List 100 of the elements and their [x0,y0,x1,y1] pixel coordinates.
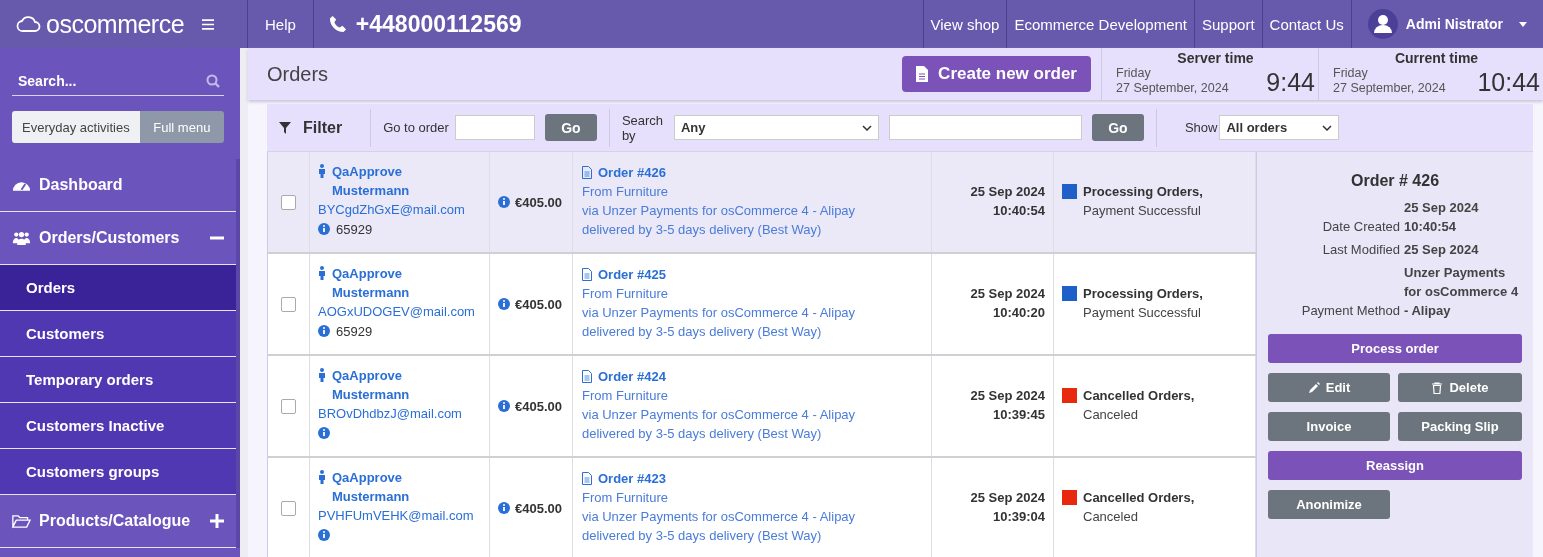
info-icon [318,529,330,541]
action-button[interactable]: Reassign [1268,451,1522,480]
order-row[interactable] [268,254,1256,356]
order-time: 10:40:54 [991,202,1045,220]
trash-icon [1431,381,1444,394]
submenu-item[interactable]: Temporary orders [0,357,236,403]
status-detail: Payment Successful [1083,202,1202,220]
user-menu[interactable]: Admi Nistrator [1351,0,1543,48]
customer-link[interactable]: QaApprove Mustermann [332,162,442,200]
order-row[interactable] [268,356,1256,458]
order-source: From Furniture [582,387,669,405]
payment-method: via Unzer Payments for osCommerce 4 - Alipay [582,406,857,424]
person-icon [318,266,326,280]
email-link[interactable]: AOGxUDOGEV@mail.com [318,302,481,321]
field-label: Date Created [1321,218,1400,236]
action-button[interactable]: Invoice [1268,412,1390,441]
customer-link[interactable]: QaApprove Mustermann [332,264,442,302]
order-time: 10:40:20 [991,304,1045,322]
submenu-item[interactable]: Orders [0,265,236,311]
status-detail: Canceled [1083,406,1139,424]
chevron-icon [861,124,872,131]
order-date: 25 Sep 2024 [969,183,1045,201]
phone-number: +448000112569 [355,10,522,38]
menu-icon[interactable] [202,18,215,30]
order-link[interactable]: Order #423 [598,469,666,488]
plus-icon [210,514,224,528]
show-select[interactable]: All orders [1219,115,1340,140]
order-status: Cancelled Orders, [1083,489,1195,507]
submenu-item[interactable]: Customers [0,311,236,357]
menu-tab[interactable]: Full menu [139,111,224,143]
field-label: Payment Method [1300,302,1400,320]
submenu-item[interactable]: Customers groups [0,449,236,495]
action-button[interactable]: Delete [1398,373,1522,402]
document-icon [582,472,592,485]
order-source: From Furniture [582,285,669,303]
order-link[interactable]: Order #426 [598,163,666,182]
phone-icon [328,15,347,33]
field-value: Unzer Payments for osCommerce 4 - Alipay [1404,264,1520,320]
customer-id: 65929 [336,322,373,341]
info-icon [498,400,510,412]
clock-date: 27 September, 2024 [1333,81,1446,96]
delivery-method: delivered by 3-5 days delivery (Best Way) [582,323,823,341]
customer-link[interactable]: QaApprove Mustermann [332,468,442,506]
person-icon [318,470,326,484]
status-detail: Canceled [1083,508,1139,526]
info-icon [498,502,510,514]
order-source: From Furniture [582,183,669,201]
search-field[interactable] [888,115,1082,140]
info-icon [498,298,510,310]
logo-text[interactable]: oscommerce [46,9,185,39]
menu-tab[interactable]: Everyday activities [12,111,140,143]
order-amount: €405.00 [515,194,562,210]
row-checkbox[interactable] [281,398,296,414]
clock-title: Current time [1393,50,1480,66]
field-value: 25 Sep 2024 10:40:54 [1404,199,1480,236]
action-button[interactable]: Anonimize [1268,490,1390,519]
order-link[interactable]: Order #424 [598,367,666,386]
row-checkbox[interactable] [281,296,296,312]
chevron-icon [1322,124,1333,131]
email-link[interactable]: BROvDhdbzJ@mail.com [318,404,481,423]
action-button[interactable]: Packing Slip [1398,412,1522,441]
email-link[interactable]: BYCgdZhGxE@mail.com [318,200,481,219]
avatar-icon [1367,9,1398,39]
row-checkbox[interactable] [281,500,296,516]
row-checkbox[interactable] [281,194,296,210]
order-amount: €405.00 [515,500,562,516]
order-date: 25 Sep 2024 [969,387,1045,405]
status-detail: Payment Successful [1083,304,1202,322]
email-link[interactable]: PVHFUmVEHK@mail.com [318,506,481,525]
search-by-select[interactable]: Any [673,115,879,140]
search-icon [206,74,220,88]
order-number-field[interactable] [454,115,535,140]
clock-time: 9:44 [1266,68,1315,96]
delivery-method: delivered by 3-5 days delivery (Best Way) [582,221,823,239]
order-date: 25 Sep 2024 [969,489,1045,507]
page-title: Orders [267,62,330,86]
go-button[interactable]: Go [1091,114,1144,141]
action-button[interactable]: Edit [1268,373,1390,402]
order-link[interactable]: Order #425 [598,265,666,284]
action-button[interactable]: Process order [1268,334,1522,363]
filter-icon [279,121,291,134]
clock-day: Friday [1116,66,1229,81]
field-value: 25 Sep 2024 [1404,241,1480,259]
info-icon [318,427,330,439]
order-status: Processing Orders, [1083,285,1203,303]
clock-day: Friday [1333,66,1446,81]
go-button[interactable]: Go [544,114,597,141]
customer-id: 65929 [336,220,373,239]
customer-link[interactable]: QaApprove Mustermann [332,366,442,404]
delivery-method: delivered by 3-5 days delivery (Best Way) [582,527,823,545]
order-row[interactable] [268,152,1256,254]
order-time: 10:39:04 [991,508,1045,526]
create-order-button[interactable]: Create new order [902,56,1091,92]
document-icon [582,370,592,383]
pencil-icon [1307,381,1320,394]
info-icon [318,325,330,337]
payment-method: via Unzer Payments for osCommerce 4 - Alipay [582,508,857,526]
submenu-item[interactable]: Customers Inactive [0,403,236,449]
filter-label: Filter [303,118,343,137]
search-field[interactable]: Search... [12,66,224,96]
